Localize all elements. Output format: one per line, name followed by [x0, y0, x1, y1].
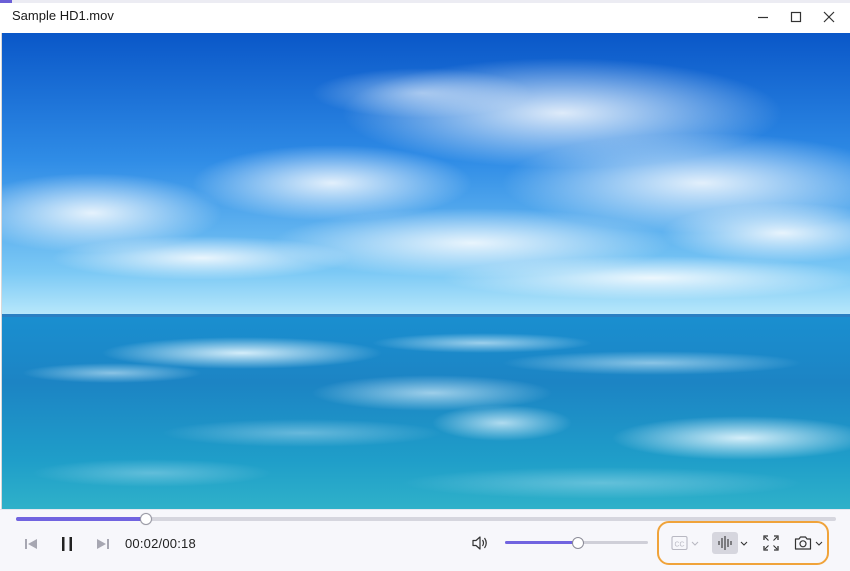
window-title: Sample HD1.mov [12, 8, 114, 23]
previous-button[interactable] [20, 534, 42, 554]
maximize-icon [790, 11, 802, 23]
volume-level [505, 541, 577, 544]
time-display: 00:02/00:18 [125, 536, 196, 551]
close-button[interactable] [815, 5, 843, 29]
top-strip [0, 0, 850, 3]
seek-handle[interactable] [139, 513, 152, 525]
previous-icon [25, 539, 37, 549]
volume-slider[interactable] [505, 537, 648, 549]
seek-progress [16, 517, 146, 521]
subtitles-button[interactable]: CC [668, 533, 704, 553]
screenshot-icon [794, 536, 823, 550]
maximize-button[interactable] [782, 5, 810, 29]
volume-handle[interactable] [571, 537, 584, 549]
next-button[interactable] [92, 534, 114, 554]
audio-track-icon [718, 536, 748, 550]
player-controls: 00:02/00:18 CC [0, 509, 850, 571]
video-frame[interactable] [1, 33, 850, 509]
audio-track-button[interactable] [712, 533, 752, 553]
top-strip-accent [0, 0, 12, 3]
fullscreen-button[interactable] [760, 533, 782, 553]
close-icon [823, 11, 835, 23]
next-icon [97, 539, 109, 549]
subtitles-icon: CC [671, 535, 699, 551]
ocean-sky-scene [2, 33, 850, 509]
minimize-icon [758, 16, 768, 19]
fullscreen-icon [763, 535, 779, 551]
volume-button[interactable] [468, 532, 492, 554]
minimize-button[interactable] [749, 5, 777, 29]
pause-button[interactable] [56, 532, 78, 556]
screenshot-button[interactable] [793, 533, 827, 553]
title-bar: Sample HD1.mov [0, 0, 850, 33]
svg-text:CC: CC [674, 542, 684, 549]
volume-icon [472, 536, 487, 550]
pause-icon [62, 537, 72, 551]
